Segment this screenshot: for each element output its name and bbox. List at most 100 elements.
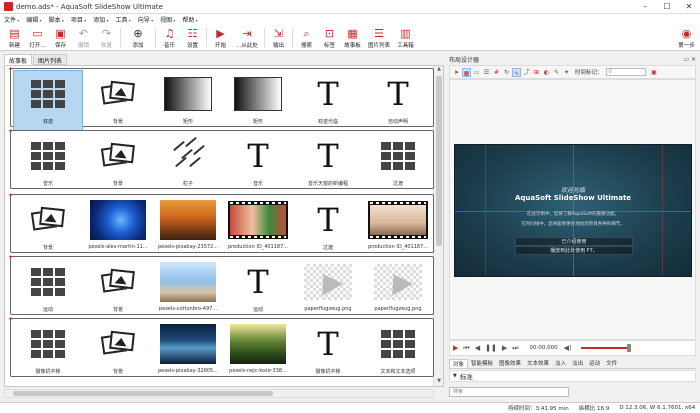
storyboard-button[interactable]: ▦ 故事板 [341,25,364,51]
tab-storyboard[interactable]: 故事板 [4,54,33,65]
storyboard-item[interactable]: pexels-cottonbro-497... [154,259,222,319]
volume-icon[interactable]: ◀) [564,344,572,352]
prev-frame-icon[interactable]: ◀ [475,344,480,352]
storyboard-item[interactable]: 背景 [14,197,82,257]
play-from-here-button[interactable]: ⇥ ...从此处 [232,25,262,51]
storyboard-item[interactable]: paperflugzeug.png [364,259,432,319]
tags-button[interactable]: ⊡ 标签 [318,25,341,51]
time-marker-icon[interactable]: ✦ [562,68,571,77]
storyboard-item[interactable]: 过渡 [364,133,432,193]
next-frame-icon[interactable]: ▶ [502,344,507,352]
first-frame-icon[interactable]: ⏮ [463,344,469,353]
storyboard-hscrollbar[interactable] [4,389,434,398]
slide-preview[interactable]: 欢迎光临 AquaSoft SlideShow Ultimate 在此示例中，您… [454,144,692,277]
menu-wizard[interactable]: 向导 [138,15,153,24]
tab-smart-templates[interactable]: 智能模板 [468,359,496,367]
storyboard-item[interactable]: pexels-pixabay-23572... [154,197,222,257]
volume-slider[interactable] [580,344,631,352]
tab-fade-out[interactable]: 淡出 [569,359,586,367]
motion-tool-icon[interactable]: ✎ [552,68,561,77]
tab-file[interactable]: 文件 [603,359,620,367]
storyboard-item[interactable]: pexels-ales-martin-11... [84,197,152,257]
menu-view[interactable]: 视图 [160,15,175,24]
storyboard-item[interactable]: 背景 [84,321,152,381]
storyboard-item[interactable]: T 摄像机平移 [294,321,362,381]
last-frame-icon[interactable]: ⏭ [512,344,518,353]
storyboard-item[interactable]: 背景 [84,133,152,193]
storyboard-item[interactable]: T 双迹光临 [294,71,362,131]
close-button[interactable]: ✕ [678,0,700,14]
storyboard-item[interactable]: 矩形 [154,71,222,131]
minimize-button[interactable]: – [634,0,656,14]
storyboard-item[interactable]: T 过渡 [294,197,362,257]
scrollbar-thumb[interactable] [436,76,442,246]
frame-tool-icon[interactable]: ▭ [472,68,481,77]
grid-tool-icon[interactable]: ▦ [462,67,471,77]
storyboard-item[interactable]: T 自动声明 [364,71,432,131]
storyboard-item[interactable]: 背景 [84,259,152,319]
tab-object[interactable]: 对象 [449,358,469,368]
play-icon[interactable]: ▶ [453,344,458,352]
menu-file[interactable]: 文件 [4,15,19,24]
storyboard-item[interactable]: 矩形 [224,71,292,131]
first-steps-button[interactable]: ◉ 第一步 [675,25,698,51]
storyboard-item[interactable]: T 音乐 [224,133,292,193]
menu-help[interactable]: 帮助 [182,15,197,24]
grid-hash-icon[interactable]: # [492,68,501,77]
storyboard-item[interactable]: paperflugzeug.png [294,259,362,319]
save-button[interactable]: ▣ 保存 [49,25,72,51]
menu-add[interactable]: 添加 [93,15,108,24]
curve-tool-icon[interactable]: ⤴ [522,68,531,77]
start-button[interactable]: ▶ 开始 [209,25,232,51]
menu-tools[interactable]: 工具 [115,15,130,24]
tab-fade-in[interactable]: 淡入 [552,359,569,367]
menu-project[interactable]: 项目 [71,15,86,24]
storyboard-item[interactable]: pexels-pixabay-32605... [154,321,222,381]
storyboard-item[interactable]: production ID_401187... [364,197,432,257]
storyboard-item[interactable]: T 音乐天窗的新编程 [294,133,362,193]
output-button[interactable]: ⇲ 输出 [267,25,290,51]
menu-script[interactable]: 脚本 [49,15,64,24]
storyboard-scrollbar[interactable]: ▲ ▼ [433,66,443,386]
tab-text-effects[interactable]: 文本效果 [524,359,552,367]
toolbox-button[interactable]: ▥ 工具箱 [394,25,417,51]
menu-edit[interactable]: 编辑 [26,15,41,24]
rotate-tool-icon[interactable]: ↻ [502,68,511,77]
storyboard-item[interactable]: 运动 [14,259,82,319]
storyboard-item[interactable]: 双迹 [13,70,83,132]
properties-section-standard[interactable]: ▼ 标准 [449,370,696,382]
search-button[interactable]: ⌕ 搜索 [295,25,318,51]
image-list-button[interactable]: ☰ 图片列表 [364,25,394,51]
storyboard-item[interactable]: pexels-nejc-košir-338... [224,321,292,381]
path-tool-icon[interactable]: ∿ [512,67,521,77]
storyboard-item[interactable]: 背景 [84,71,152,131]
pause-icon[interactable]: ❚❚ [485,344,497,352]
tab-motion[interactable]: 运动 [586,359,603,367]
scroll-up-icon[interactable]: ▲ [434,66,443,74]
storyboard-item[interactable]: 音乐 [14,133,82,193]
pin-icon[interactable]: ▣ [650,68,659,77]
panel-controls-icon[interactable]: ▭ ✕ [683,56,696,63]
add-button[interactable]: ⊕ 添加 [123,25,153,51]
time-marker-field[interactable]: 0 [605,68,646,76]
storyboard-item[interactable]: 粒子 [154,133,222,193]
lines-tool-icon[interactable]: ☰ [482,68,491,77]
maximize-button[interactable]: ☐ [656,0,678,14]
search-input[interactable]: 搜索 [449,387,569,397]
color-tool-icon[interactable]: ◐ [542,68,551,77]
storyboard-item[interactable]: production ID_401187... [224,197,292,257]
undo-button[interactable]: ↶ 撤销 [72,25,95,51]
storyboard-item[interactable]: 文本和文本选项 [364,321,432,381]
tab-image-effects[interactable]: 图像效果 [496,359,524,367]
zoom-tool-icon[interactable]: ⊞ [532,68,541,77]
new-button[interactable]: ▤ 新建 [3,25,26,51]
music-button[interactable]: ♫ 音乐 [158,25,181,51]
settings-button[interactable]: ☷ 设置 [181,25,204,51]
pointer-tool-icon[interactable]: ➤ [452,68,461,77]
redo-button[interactable]: ↷ 恢复 [95,25,118,51]
open-button[interactable]: ▭ 打开... [26,25,49,51]
scroll-down-icon[interactable]: ▼ [434,378,443,386]
storyboard-item[interactable]: 摄像机平移 [14,321,82,381]
storyboard-item[interactable]: T 运动 [224,259,292,319]
tab-image-list[interactable]: 图片列表 [33,54,68,65]
